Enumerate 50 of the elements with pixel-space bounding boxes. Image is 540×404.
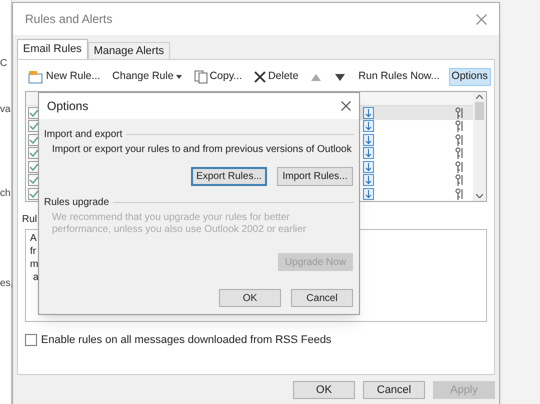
background-text: C	[0, 57, 8, 71]
copy-icon	[194, 70, 208, 84]
rss-option-label: Enable rules on all messages downloaded from RSS Feeds	[41, 333, 332, 348]
section-text: We recommend that you upgrade your rules for better performance, unless you also use Outlook 2002 or earlier	[52, 212, 308, 236]
background-text: es,	[0, 277, 14, 291]
section-text: Import or export your rules to and from previous versions of Outlook	[52, 144, 352, 156]
description-text: m	[30, 258, 38, 271]
scrollbar[interactable]	[473, 92, 486, 201]
tab[interactable]: Email Rules	[17, 39, 88, 59]
window-title: Rules and Alerts	[25, 11, 112, 28]
key-icon	[455, 120, 465, 132]
background-text: va	[0, 103, 11, 117]
action-icon	[363, 120, 374, 132]
delete-icon	[254, 71, 266, 83]
dialog-button[interactable]: OK	[293, 381, 355, 399]
key-icon	[455, 174, 465, 186]
action-icon	[363, 134, 374, 146]
scroll-down-icon[interactable]	[476, 194, 483, 198]
scrollbar-thumb[interactable]	[475, 102, 484, 120]
description-text: a	[33, 271, 39, 284]
dialog-button[interactable]: Cancel	[291, 289, 353, 307]
dropdown-caret-icon	[176, 75, 182, 79]
down-triangle-icon	[335, 74, 346, 80]
close-icon[interactable]	[341, 101, 351, 111]
rss-checkbox[interactable]	[25, 334, 37, 346]
action-icon	[363, 188, 374, 200]
background-text: ch	[0, 187, 11, 201]
description-text: A	[30, 232, 37, 245]
key-icon	[455, 160, 465, 173]
dialog-title: Options	[47, 98, 88, 115]
toolbar-button[interactable]: Options	[448, 68, 491, 86]
scroll-up-icon[interactable]	[476, 95, 483, 99]
close-icon[interactable]	[476, 14, 487, 24]
dialog-button[interactable]: OK	[219, 289, 281, 307]
dialog-button[interactable]: Cancel	[363, 381, 425, 399]
key-icon	[455, 134, 465, 146]
action-icon	[363, 147, 374, 160]
action-icon	[363, 174, 374, 186]
up-triangle-icon	[311, 74, 322, 80]
description-text: fr	[30, 245, 36, 258]
tab[interactable]: Manage Alerts	[88, 42, 170, 59]
key-icon	[455, 106, 465, 119]
dialog-button[interactable]: Import Rules...	[277, 167, 353, 186]
section-heading: Import and export	[44, 128, 122, 142]
rule-description-label: Rul	[22, 214, 38, 226]
section-heading: Rules upgrade	[44, 196, 110, 210]
action-icon	[363, 160, 374, 173]
key-icon	[455, 188, 465, 200]
key-icon	[455, 147, 465, 160]
dialog-button[interactable]: Export Rules...	[191, 167, 267, 186]
